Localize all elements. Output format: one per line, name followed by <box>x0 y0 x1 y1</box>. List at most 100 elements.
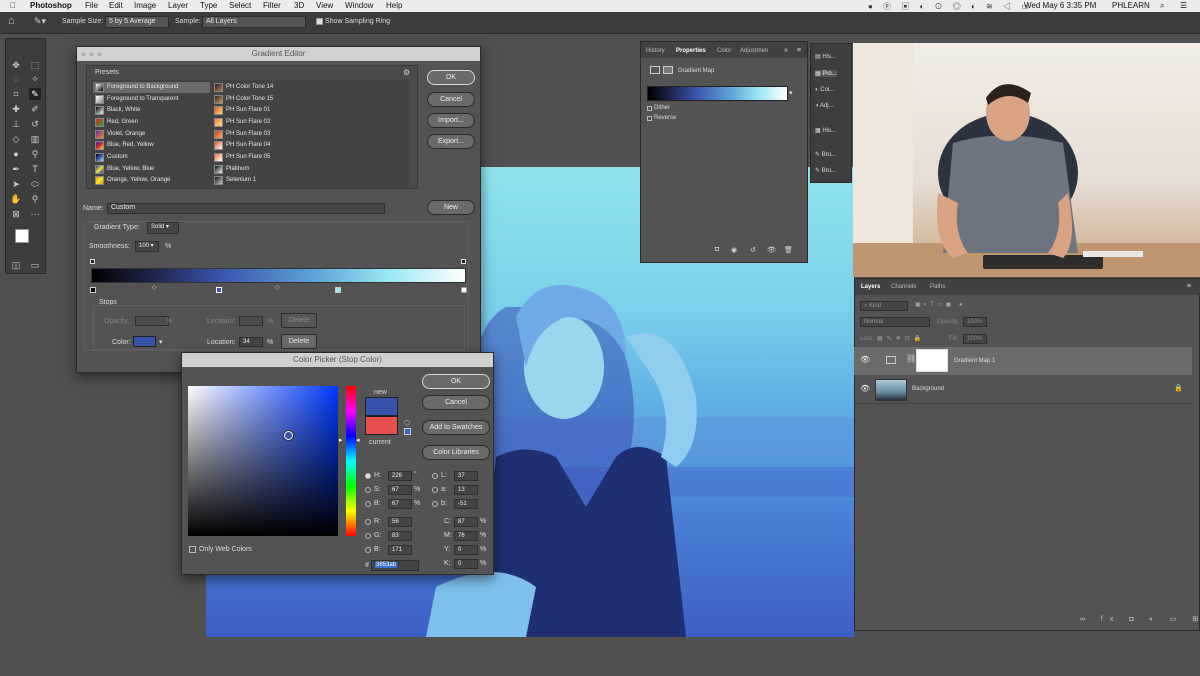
layer-thumbnail[interactable] <box>875 379 907 401</box>
black-field[interactable]: 0 <box>454 559 478 569</box>
eyedropper-icon[interactable]: ✎▾ <box>34 16 46 27</box>
hue-field[interactable]: 226 <box>388 471 412 481</box>
presets-gear-icon[interactable]: ⚙ <box>403 68 410 77</box>
color-stop-black[interactable] <box>90 287 96 293</box>
preset-ph-sun-flare-03[interactable]: PH Sun Flare 03 <box>212 129 329 140</box>
red-radio[interactable] <box>365 519 371 525</box>
blue-radio[interactable] <box>365 547 371 553</box>
menu-type[interactable]: Type <box>200 1 217 10</box>
menubar-clock[interactable]: Wed May 6 3:35 PM <box>1024 1 1096 10</box>
quick-mask-icon[interactable]: ◫ <box>10 259 22 271</box>
mini-properties[interactable]: ▤ Pro... <box>815 70 837 77</box>
hue-radio[interactable] <box>365 473 371 479</box>
tab-properties[interactable]: Properties <box>676 48 706 54</box>
traffic-lights[interactable]: ● ● ● <box>81 47 102 61</box>
brightness-field[interactable]: 67 <box>388 499 412 509</box>
preset-platinum[interactable]: Platinum <box>212 164 329 175</box>
eraser-tool-icon[interactable]: ◇ <box>10 133 22 145</box>
ok-button[interactable]: OK <box>427 70 475 85</box>
move-tool-icon[interactable]: ✥ <box>10 59 22 71</box>
more-tools-icon[interactable]: ⋯ <box>29 208 41 220</box>
color-picker-titlebar[interactable]: Color Picker (Stop Color) <box>182 353 493 367</box>
lasso-tool-icon[interactable]: ◌ <box>10 73 22 85</box>
hand-tool-icon[interactable]: ✋ <box>10 193 22 205</box>
foreground-color-swatch[interactable] <box>15 229 29 243</box>
preset-black-white[interactable]: Black, White <box>93 105 210 116</box>
preset-orange-yellow-orange[interactable]: Orange, Yellow, Orange <box>93 175 210 186</box>
preset-ph-color-tone-14[interactable]: PH Color Tone 14 <box>212 82 329 93</box>
layer-fill-field[interactable]: 100% <box>963 334 987 344</box>
midpoint-marker[interactable]: ◇ <box>152 284 157 291</box>
preset-violet-orange[interactable]: Violet, Orange <box>93 129 210 140</box>
home-icon[interactable]: ⌂ <box>8 15 15 27</box>
export-button[interactable]: Export... <box>427 134 475 149</box>
apple-icon[interactable]:  <box>10 1 16 10</box>
color-field-cursor[interactable] <box>284 431 293 440</box>
saturation-field[interactable]: 67 <box>388 485 412 495</box>
gradient-bar[interactable] <box>91 268 466 283</box>
brush-tool-icon[interactable]: ✐ <box>29 103 41 115</box>
menu-layer[interactable]: Layer <box>168 1 188 10</box>
preset-red-green[interactable]: Red, Green <box>93 117 210 128</box>
magenta-field[interactable]: 76 <box>454 531 478 541</box>
mini-brush-settings[interactable]: ✎ Bru... <box>815 167 836 174</box>
preset-custom[interactable]: Custom <box>93 152 210 163</box>
blur-tool-icon[interactable]: ● <box>10 148 22 160</box>
lock-icons[interactable]: ▦✎✥⊡🔒 <box>877 335 925 342</box>
color-location-field[interactable]: 34 <box>239 337 263 347</box>
import-button[interactable]: Import... <box>427 113 475 128</box>
preset-foreground-to-background[interactable]: Foreground to Background <box>93 82 210 93</box>
menu-edit[interactable]: Edit <box>109 1 123 10</box>
sample-size-select[interactable]: 5 by 5 Average <box>105 16 169 28</box>
hue-slider[interactable] <box>346 386 356 536</box>
view-previous-icon[interactable]: ◉ <box>731 246 737 254</box>
gradient-tool-icon[interactable]: ▥ <box>29 133 41 145</box>
path-select-icon[interactable]: ➤ <box>10 178 22 190</box>
tab-color[interactable]: Color <box>717 48 731 54</box>
layers-menu-icon[interactable]: ≡ <box>1187 283 1191 290</box>
dodge-tool-icon[interactable]: ⚲ <box>29 148 41 160</box>
preset-ph-sun-flare-05[interactable]: PH Sun Flare 05 <box>212 152 329 163</box>
menu-3d[interactable]: 3D <box>294 1 304 10</box>
gradient-map-preview[interactable] <box>647 86 788 101</box>
gradient-type-select[interactable]: Solid ▾ <box>147 222 179 234</box>
current-color-swatch[interactable] <box>365 416 398 435</box>
stop-color-dropdown-icon[interactable]: ▾ <box>159 338 163 346</box>
search-icon[interactable]: ⌕ <box>1160 1 1164 11</box>
blue-field[interactable]: 171 <box>388 545 412 555</box>
a-radio[interactable] <box>432 487 438 493</box>
shape-tool-icon[interactable]: ⬭ <box>29 178 41 190</box>
menu-file[interactable]: File <box>85 1 98 10</box>
menu-help[interactable]: Help <box>386 1 402 10</box>
sampling-ring-checkbox[interactable] <box>316 18 323 25</box>
screen-mode-icon[interactable]: ▭ <box>29 259 41 271</box>
b-field[interactable]: -51 <box>454 499 478 509</box>
hue-slider-right-arrow[interactable]: ◂ <box>356 436 360 444</box>
reset-icon[interactable]: ↺ <box>750 246 756 254</box>
sample-select[interactable]: All Layers <box>202 16 306 28</box>
new-button[interactable]: New <box>427 200 475 215</box>
mini-history[interactable]: ▤ His... <box>815 53 836 60</box>
menu-select[interactable]: Select <box>229 1 251 10</box>
list-icon[interactable]: ☰ <box>1180 1 1187 10</box>
green-radio[interactable] <box>365 533 371 539</box>
red-field[interactable]: 56 <box>388 517 412 527</box>
lightness-radio[interactable] <box>432 473 438 479</box>
magic-wand-icon[interactable]: ✧ <box>29 73 41 85</box>
tab-layers[interactable]: Layers <box>861 284 880 290</box>
green-field[interactable]: 83 <box>388 531 412 541</box>
menu-window[interactable]: Window <box>345 1 373 10</box>
layer-mask-thumbnail[interactable] <box>916 349 948 372</box>
history-brush-icon[interactable]: ↺ <box>29 118 41 130</box>
add-to-swatches-button[interactable]: Add to Swatches <box>422 420 490 435</box>
picker-ok-button[interactable]: OK <box>422 374 490 389</box>
menu-view[interactable]: View <box>316 1 333 10</box>
cyan-field[interactable]: 87 <box>454 517 478 527</box>
smoothness-field[interactable]: 100 ▾ <box>135 241 159 252</box>
mini-brush[interactable]: ✎ Bru... <box>815 151 836 158</box>
frame-tool-icon[interactable]: ⊠ <box>10 208 22 220</box>
mini-adjustments[interactable]: ◑ Adj... <box>815 103 834 109</box>
visibility-icon[interactable]: 👁 <box>767 246 776 254</box>
layer-visibility-eye-icon[interactable]: 👁 <box>860 355 870 364</box>
blend-mode-select[interactable]: Normal <box>860 317 930 327</box>
